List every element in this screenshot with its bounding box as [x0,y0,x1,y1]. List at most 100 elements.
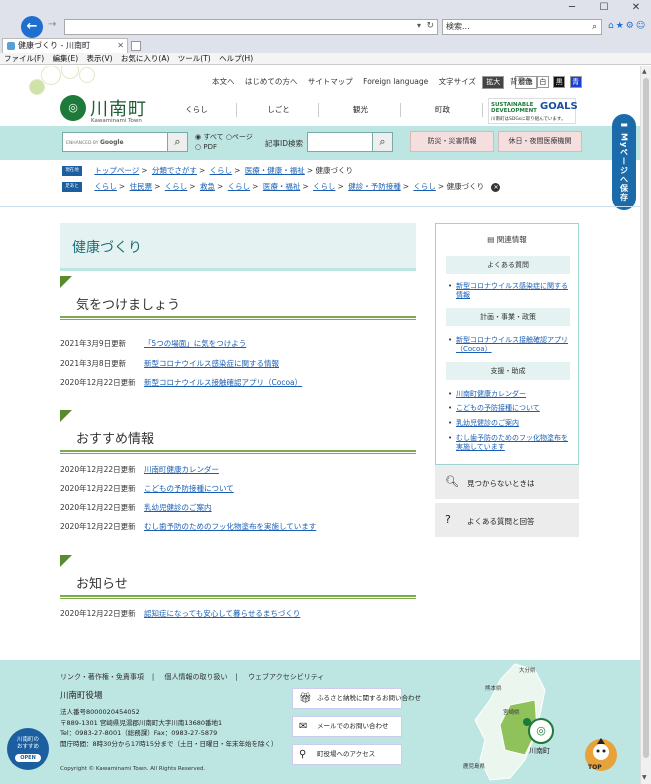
article-id-input[interactable]: ⌕ [307,132,393,152]
article-id-search-button[interactable]: ⌕ [372,133,392,151]
sidebar-link[interactable]: 新型コロナウイルス感染症に関する情報 [448,282,572,300]
foreign-language-link[interactable]: Foreign language [363,77,428,86]
breadcrumb-link[interactable]: くらし [210,166,233,175]
trail-link[interactable]: くらし [413,182,436,191]
breadcrumb-trail-tag: 足あと [62,182,82,192]
close-icon[interactable]: ✕ [624,1,648,14]
item-link[interactable]: むし歯予防のためのフッ化物塗布を実施しています [144,522,316,531]
forward-button[interactable]: → [48,19,56,30]
furusato-contact-button[interactable]: 🎁︎ ふるさと納税に関するお問い合わせ [292,688,421,709]
menu-view[interactable]: 表示(V) [87,54,113,63]
breadcrumb-link[interactable]: トップページ [94,166,139,175]
copyright: Copyright © Kawaminami Town. All Rights … [60,766,206,772]
top-label: TOP [588,764,602,771]
menu-edit[interactable]: 編集(E) [53,54,79,63]
trail-link[interactable]: くらし [313,182,336,191]
not-found-button[interactable]: 🔍︎ 見つからないときは [435,465,579,499]
refresh-icon[interactable]: ↻ [426,21,434,31]
radio-all[interactable]: ◉ [195,133,201,141]
item-link[interactable]: 新型コロナウイルス感染症に関する情報 [144,359,279,368]
trail-link[interactable]: くらし [165,182,188,191]
sidebar-link[interactable]: むし歯予防のためのフッ化物塗布を実施しています [448,434,572,452]
trail-link[interactable]: くらし [228,182,251,191]
recommend-badge[interactable]: 川南町の おすすめ OPEN [7,728,49,770]
scroll-thumb[interactable] [643,78,649,758]
menu-tools[interactable]: ツール(T) [178,54,211,63]
faq-button[interactable]: ? よくある質問と回答 [435,503,579,537]
site-search-input[interactable]: ENHANCED BY Google ⌕ [62,132,188,152]
nav-shigoto[interactable]: しごと [239,103,319,117]
nav-kurashi[interactable]: くらし [157,103,237,117]
minimize-icon[interactable]: ─ [560,1,584,14]
item-link[interactable]: 乳幼児健診のご案内 [144,503,212,512]
emergency-medical-button[interactable]: 休日・夜間医療機関 [498,131,582,152]
search-icon[interactable]: ⌕ [592,20,597,34]
nav-kanko[interactable]: 観光 [321,103,401,117]
mail-contact-button[interactable]: ✉ メールでのお問い合わせ [292,716,402,737]
sidebar-link[interactable]: こどもの予防接種について [448,404,572,413]
trail-link[interactable]: 医療・福祉 [263,182,301,191]
bg-white-button[interactable]: 白 [536,76,549,88]
sidebar-category: 支援・助成 [446,362,570,380]
sidebar-link[interactable]: 新型コロナウイルス接触確認アプリ（Cocoa） [448,336,572,354]
list-item: 2020年12月22日更新 むし歯予防のためのフッ化物塗布を実施しています [60,521,316,532]
related-info-panel: ▤ 関連情報 よくある質問 新型コロナウイルス感染症に関する情報 計画・事業・政… [435,223,579,465]
bg-blue-button[interactable]: 青 [569,76,582,88]
menu-favorites[interactable]: お気に入り(A) [121,54,169,63]
item-date: 2021年3月9日更新 [60,339,127,348]
item-link[interactable]: 認知症になっても安心して暮らせるまちづくり [144,609,300,618]
bg-black-button[interactable]: 黒 [553,76,566,88]
item-link[interactable]: こどもの予防接種について [144,484,234,493]
sdgs-banner[interactable]: SUSTAINABLE DEVELOPMENT GOALS 川南町はSDGsに取り… [488,98,578,124]
section-marker-icon [60,410,72,422]
radio-pdf[interactable]: ○ [195,143,201,151]
nav-chosei[interactable]: 町政 [403,103,483,117]
disaster-info-button[interactable]: 防災・災害情報 [410,131,494,152]
breadcrumb-link[interactable]: 医療・健康・福祉 [245,166,305,175]
item-link[interactable]: 川南町健康カレンダー [144,465,219,474]
menu-help[interactable]: ヘルプ(H) [219,54,253,63]
skip-to-content-link[interactable]: 本文へ [212,77,235,86]
maximize-icon[interactable]: ☐ [592,1,616,14]
scroll-down-icon[interactable]: ▼ [642,774,647,781]
tab-active[interactable]: 健康づくり - 川南町 ✕ [2,38,128,53]
breadcrumb-link[interactable]: 分類でさがす [152,166,197,175]
scroll-up-icon[interactable]: ▲ [642,68,647,75]
footprint-trail: 足あと くらし > 住民票 > くらし > 救急 > くらし > 医療・福祉 > くらし > … [62,181,501,192]
dropdown-icon[interactable]: ▾ [417,21,421,30]
toolbar-icons[interactable]: ⌂★⚙☺ [608,21,647,31]
back-button[interactable]: ← [21,16,43,38]
back-to-top-button[interactable]: TOP [582,736,620,774]
item-link[interactable]: 新型コロナウイルス接触確認アプリ（Cocoa） [144,378,302,387]
new-tab-button[interactable] [131,41,141,51]
trail-link[interactable]: 住民票 [130,182,153,191]
address-bar[interactable]: ▾ ↻ [64,19,438,35]
background-color-controls: 背景色 白 黒 青 [510,76,582,88]
question-icon: ? [445,513,451,526]
browser-search-input[interactable]: 検索... ⌕ [442,19,602,35]
item-link[interactable]: 「5つの場面」に気をつけよう [144,339,246,348]
browser-navbar: ← → ▾ ↻ 検索... ⌕ ⌂★⚙☺ [0,15,651,38]
access-button[interactable]: ⚲ 町役場へのアクセス [292,744,402,765]
sdgs-text: SUSTAINABLE DEVELOPMENT [491,102,537,114]
search-scope: ◉ すべて ○ページ ○ PDF [195,133,253,151]
tab-close-icon[interactable]: ✕ [117,39,124,52]
search-button[interactable]: ⌕ [167,133,187,151]
sdgs-sub: 川南町はSDGsに取り組んでいます。 [491,117,566,122]
font-size-large-button[interactable]: 拡大 [482,76,505,89]
vertical-scrollbar[interactable]: ▲ ▼ [640,66,651,784]
sidebar-link[interactable]: 乳幼児健診のご案内 [448,419,572,428]
footer-links: リンク・著作権・免責事項 | 個人情報の取り扱い | ウェブアクセシビリティ [60,673,325,681]
clear-trail-icon[interactable]: ✕ [491,182,501,192]
sidebar-link[interactable]: 川南町健康カレンダー [448,390,572,399]
menu-file[interactable]: ファイル(F) [4,54,44,63]
sitemap-link[interactable]: サイトマップ [308,77,353,86]
footer-link-copyright[interactable]: リンク・著作権・免責事項 [60,673,144,681]
trail-link[interactable]: 健診・予防接種 [348,182,401,191]
footer-link-accessibility[interactable]: ウェブアクセシビリティ [248,673,324,681]
mypage-save-button[interactable]: ▬ Myページへ保存 [612,114,636,210]
trail-link[interactable]: くらし [94,182,117,191]
trail-link[interactable]: 救急 [200,182,215,191]
footer-link-privacy[interactable]: 個人情報の取り扱い [164,673,227,681]
first-visit-link[interactable]: はじめての方へ [245,77,298,86]
